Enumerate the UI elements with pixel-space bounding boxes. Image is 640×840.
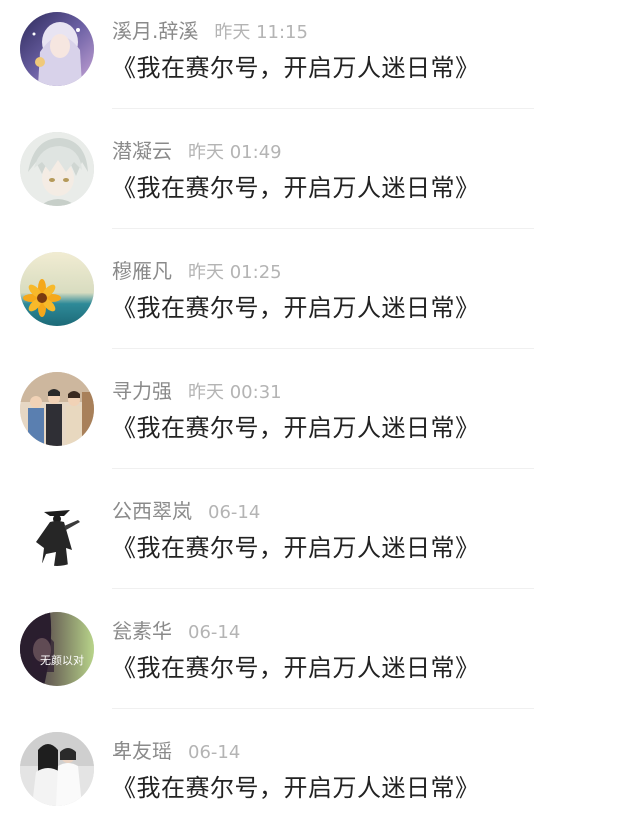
message-text[interactable]: 《我在赛尔号，开启万人迷日常》: [112, 292, 480, 324]
list-item[interactable]: 公西翠岚 06-14 《我在赛尔号，开启万人迷日常》: [0, 480, 640, 600]
list-item[interactable]: 溪月.辞溪 昨天 11:15 《我在赛尔号，开启万人迷日常》: [0, 0, 640, 120]
divider: [112, 348, 534, 349]
message-meta: 寻力强 昨天 00:31: [112, 378, 282, 404]
sender-name[interactable]: 穆雁凡: [112, 259, 172, 283]
avatar-caption: 无颜以对: [40, 653, 84, 667]
message-meta: 瓮素华 06-14: [112, 618, 240, 644]
divider: [112, 468, 534, 469]
list-item[interactable]: 潜凝云 昨天 01:49 《我在赛尔号，开启万人迷日常》: [0, 120, 640, 240]
timestamp: 昨天 01:25: [188, 262, 282, 283]
message-meta: 溪月.辞溪 昨天 11:15: [112, 18, 308, 44]
timestamp: 06-14: [208, 502, 261, 523]
avatar[interactable]: [20, 12, 94, 86]
avatar[interactable]: [20, 252, 94, 326]
divider: [112, 228, 534, 229]
timestamp: 昨天 11:15: [214, 22, 308, 43]
list-item[interactable]: 穆雁凡 昨天 01:25 《我在赛尔号，开启万人迷日常》: [0, 240, 640, 360]
sunflower-avatar-icon: [20, 252, 94, 326]
message-text[interactable]: 《我在赛尔号，开启万人迷日常》: [112, 532, 480, 564]
cloaked-figure-avatar-icon: [20, 492, 94, 566]
portrait-caption-avatar-icon: 无颜以对: [20, 612, 94, 686]
message-meta: 公西翠岚 06-14: [112, 498, 260, 524]
divider: [112, 108, 534, 109]
timestamp: 06-14: [188, 742, 241, 763]
avatar[interactable]: 无颜以对: [20, 612, 94, 686]
divider: [112, 708, 534, 709]
message-list: 溪月.辞溪 昨天 11:15 《我在赛尔号，开启万人迷日常》 潜凝云 昨天 01:4…: [0, 0, 640, 822]
message-text[interactable]: 《我在赛尔号，开启万人迷日常》: [112, 412, 480, 444]
sender-name[interactable]: 卑友瑶: [112, 739, 172, 763]
message-text[interactable]: 《我在赛尔号，开启万人迷日常》: [112, 52, 480, 84]
timestamp: 昨天 00:31: [188, 382, 282, 403]
list-item[interactable]: 卑友瑶 06-14 《我在赛尔号，开启万人迷日常》: [0, 720, 640, 840]
sender-name[interactable]: 潜凝云: [112, 139, 172, 163]
avatar[interactable]: [20, 372, 94, 446]
avatar[interactable]: [20, 732, 94, 806]
avatar[interactable]: [20, 132, 94, 206]
list-item[interactable]: 无颜以对 瓮素华 06-14 《我在赛尔号，开启万人迷日常》: [0, 600, 640, 720]
message-meta: 卑友瑶 06-14: [112, 738, 240, 764]
sender-name[interactable]: 瓮素华: [112, 619, 172, 643]
timestamp: 昨天 01:49: [188, 142, 282, 163]
timestamp: 06-14: [188, 622, 241, 643]
couple-photo-avatar-icon: [20, 732, 94, 806]
avatar[interactable]: [20, 492, 94, 566]
list-item[interactable]: 寻力强 昨天 00:31 《我在赛尔号，开启万人迷日常》: [0, 360, 640, 480]
sender-name[interactable]: 公西翠岚: [112, 499, 192, 523]
message-meta: 穆雁凡 昨天 01:25: [112, 258, 282, 284]
group-photo-avatar-icon: [20, 372, 94, 446]
anime-girl-avatar-icon: [20, 12, 94, 86]
message-text[interactable]: 《我在赛尔号，开启万人迷日常》: [112, 772, 480, 804]
sender-name[interactable]: 寻力强: [112, 379, 172, 403]
message-text[interactable]: 《我在赛尔号，开启万人迷日常》: [112, 652, 480, 684]
divider: [112, 588, 534, 589]
message-meta: 潜凝云 昨天 01:49: [112, 138, 282, 164]
message-text[interactable]: 《我在赛尔号，开启万人迷日常》: [112, 172, 480, 204]
sender-name[interactable]: 溪月.辞溪: [112, 19, 198, 43]
silver-hair-boy-avatar-icon: [20, 132, 94, 206]
